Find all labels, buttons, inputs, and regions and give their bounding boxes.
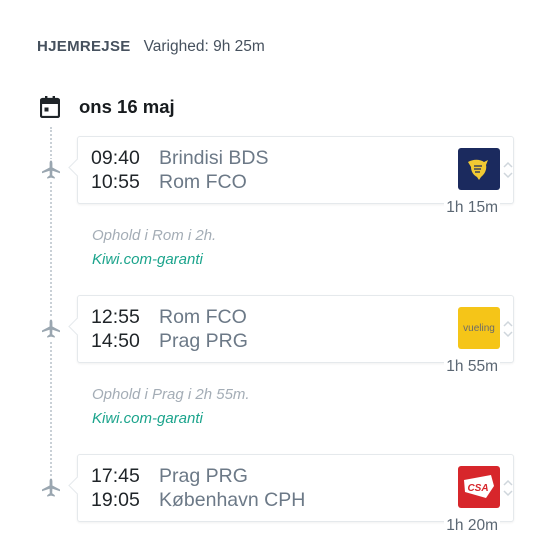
flight-duration: 1h 55m [444,358,500,376]
section-title: HJEMREJSE [37,38,131,55]
arrival-row: 19:05 København CPH [91,489,305,512]
expand-chevron-icon[interactable] [501,476,515,500]
svg-text:CSA: CSA [467,483,488,494]
departure-time: 17:45 [91,465,140,487]
arrival-row: 10:55 Rom FCO [91,171,247,194]
vueling-logo: vueling [458,307,500,349]
layover-info: Ophold i Prag i 2h 55m. [92,386,250,403]
czech-airlines-logo: CSA [458,466,500,508]
layover-info: Ophold i Rom i 2h. [92,227,217,244]
departure-date: ons 16 maj [79,96,175,117]
departure-airport: Prag PRG [159,465,248,487]
departure-row: 17:45 Prag PRG [91,465,248,488]
departure-row: 12:55 Rom FCO [91,306,247,329]
expand-chevron-icon[interactable] [501,158,515,182]
plane-icon [40,318,62,340]
kiwi-guarantee-link[interactable]: Kiwi.com-garanti [92,251,203,268]
arrival-airport: København CPH [159,489,306,511]
departure-airport: Rom FCO [159,306,247,328]
flight-segment-card[interactable]: 17:45 Prag PRG 19:05 København CPH CSA 1… [77,454,515,535]
arrival-airport: Rom FCO [159,171,247,193]
arrival-airport: Prag PRG [159,330,248,352]
arrival-time: 14:50 [91,330,140,352]
total-duration: Varighed: 9h 25m [143,38,265,55]
arrival-row: 14:50 Prag PRG [91,330,248,353]
kiwi-guarantee-link[interactable]: Kiwi.com-garanti [92,410,203,427]
departure-time: 09:40 [91,147,140,169]
flight-duration: 1h 15m [444,199,500,217]
timeline-line [50,127,52,487]
departure-time: 12:55 [91,306,140,328]
plane-icon [40,477,62,499]
ryanair-logo [458,148,500,190]
flight-segment-card[interactable]: 12:55 Rom FCO 14:50 Prag PRG vueling 1h … [77,295,515,376]
calendar-icon [40,96,60,118]
expand-chevron-icon[interactable] [501,317,515,341]
date-row: ons 16 maj [40,96,175,118]
arrival-time: 19:05 [91,489,140,511]
plane-icon [40,159,62,181]
departure-row: 09:40 Brindisi BDS [91,147,268,170]
arrival-time: 10:55 [91,171,140,193]
departure-airport: Brindisi BDS [159,147,269,169]
flight-duration: 1h 20m [444,517,500,535]
itinerary-header: HJEMREJSE Varighed: 9h 25m [37,38,265,56]
flight-segment-card[interactable]: 09:40 Brindisi BDS 10:55 Rom FCO 1h 15m [77,136,515,217]
